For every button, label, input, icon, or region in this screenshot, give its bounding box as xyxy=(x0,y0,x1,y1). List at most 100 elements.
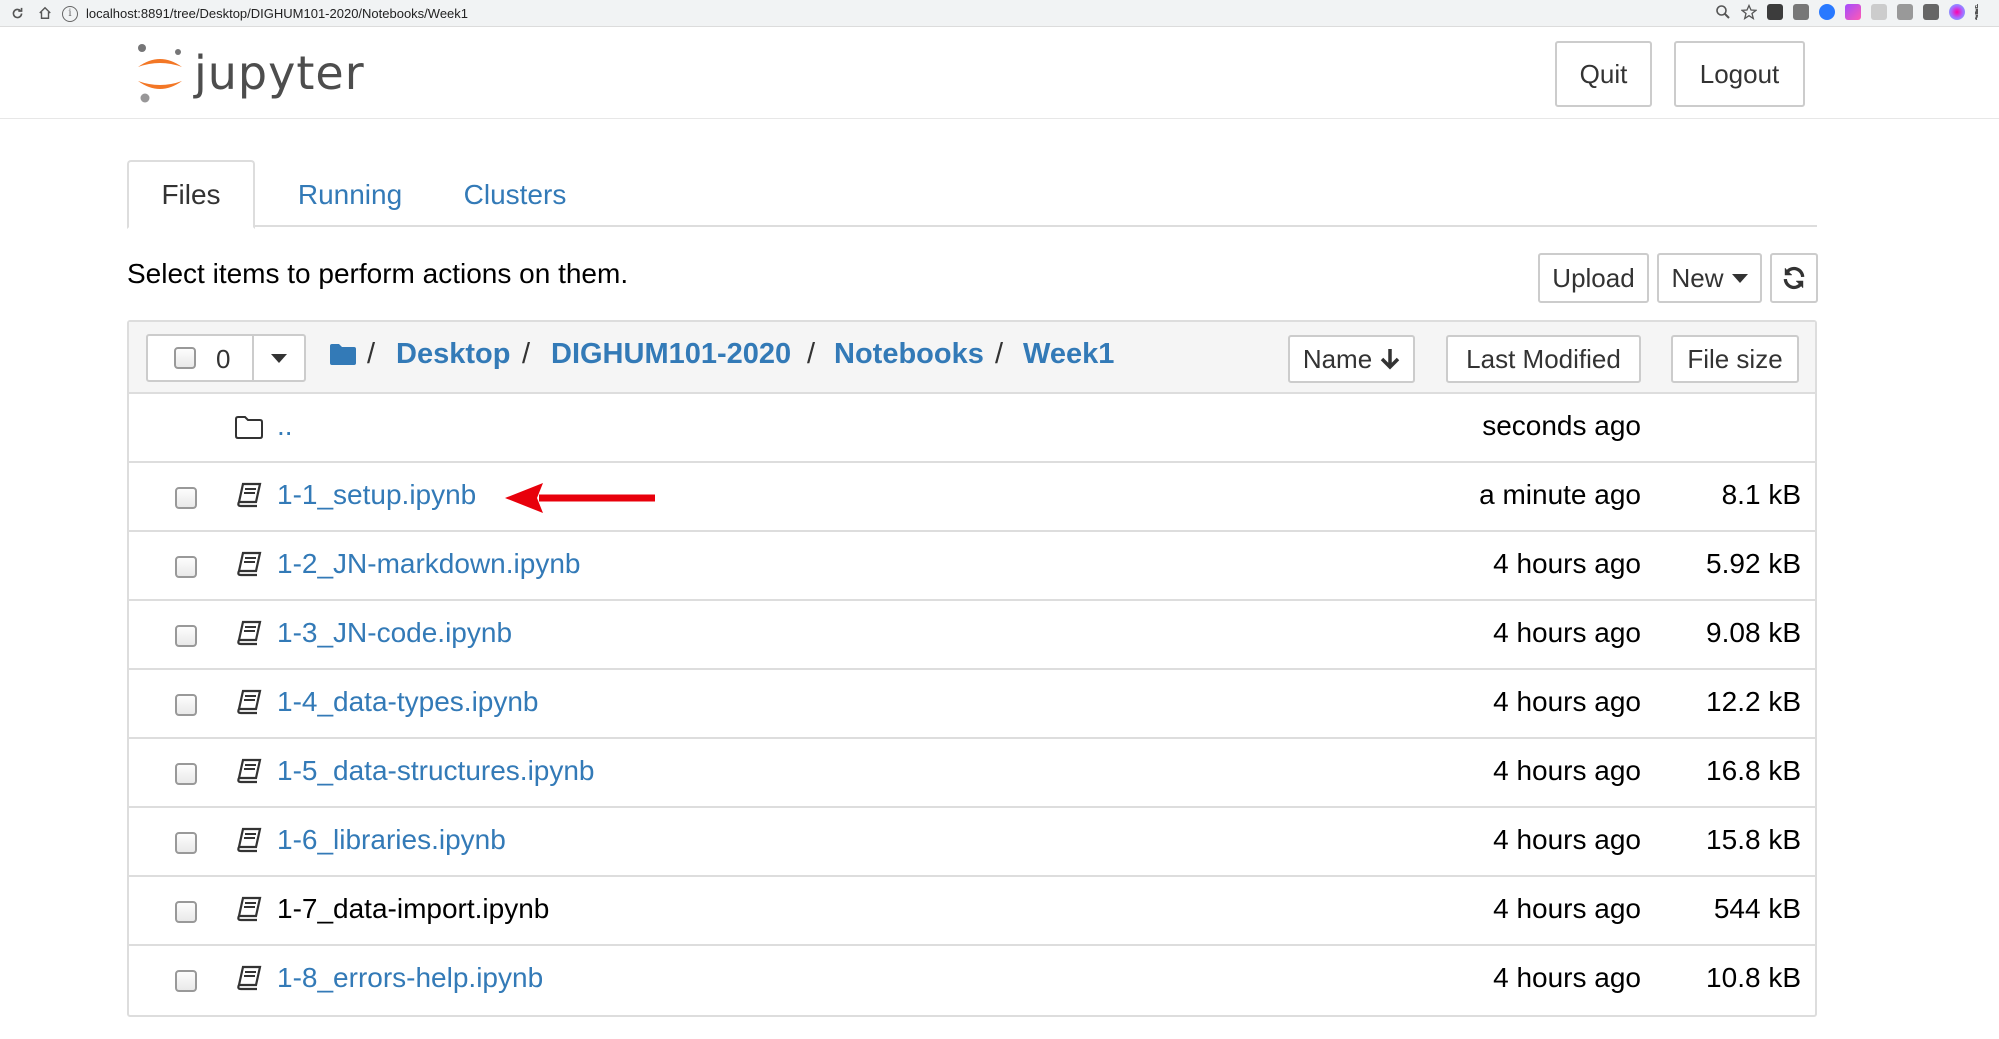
file-name-link[interactable]: 1-1_setup.ipynb xyxy=(277,479,476,511)
file-list: 0 / Desktop / DIGHUM101-2020 / Notebooks… xyxy=(127,320,1817,1017)
upload-button[interactable]: Upload xyxy=(1538,253,1649,303)
breadcrumb-dighum101-2020[interactable]: DIGHUM101-2020 xyxy=(551,338,791,371)
notebook-icon xyxy=(237,551,262,577)
extension-gray-icon[interactable] xyxy=(1793,4,1809,20)
folder-home-icon[interactable] xyxy=(329,342,357,366)
notebook-icon xyxy=(237,758,262,784)
table-row[interactable]: 1-6_libraries.ipynb 4 hours ago 15.8 kB xyxy=(129,808,1815,877)
reload-icon[interactable] xyxy=(6,2,28,24)
extension-list-icon[interactable] xyxy=(1897,4,1913,20)
refresh-icon xyxy=(1783,266,1805,290)
file-size: 8.1 kB xyxy=(1721,479,1801,510)
chevron-down-icon xyxy=(1731,273,1748,283)
table-row[interactable]: 1-5_data-structures.ipynb 4 hours ago 16… xyxy=(129,739,1815,808)
modified-time: 4 hours ago xyxy=(1493,962,1641,993)
row-checkbox[interactable] xyxy=(175,556,197,578)
extension-icons xyxy=(1715,4,1979,20)
select-options-dropdown[interactable] xyxy=(252,334,306,382)
bookmark-star-icon[interactable] xyxy=(1741,4,1757,20)
modified-time: 4 hours ago xyxy=(1493,548,1641,579)
modified-time: 4 hours ago xyxy=(1493,824,1641,855)
notebook-icon xyxy=(237,689,262,715)
tab-clusters[interactable]: Clusters xyxy=(445,160,585,229)
browser-toolbar: i localhost:8891/tree/Desktop/DIGHUM101-… xyxy=(0,0,1999,27)
modified-time: 4 hours ago xyxy=(1493,686,1641,717)
address-bar[interactable]: i localhost:8891/tree/Desktop/DIGHUM101-… xyxy=(62,3,1742,24)
red-arrow-annotation xyxy=(505,483,655,513)
row-checkbox[interactable] xyxy=(175,763,197,785)
modified-time: 4 hours ago xyxy=(1493,617,1641,648)
arrow-down-icon xyxy=(1380,349,1400,370)
new-dropdown-button[interactable]: New xyxy=(1657,253,1762,303)
modified-time: a minute ago xyxy=(1479,479,1641,510)
logout-button[interactable]: Logout xyxy=(1674,41,1805,107)
breadcrumb-notebooks[interactable]: Notebooks xyxy=(834,338,984,371)
file-name-link[interactable]: 1-2_JN-markdown.ipynb xyxy=(277,548,580,580)
breadcrumb-separator: / xyxy=(995,338,1004,370)
parent-directory-link[interactable]: .. xyxy=(277,410,293,442)
new-label: New xyxy=(1671,262,1724,293)
row-checkbox[interactable] xyxy=(175,625,197,647)
tab-running[interactable]: Running xyxy=(275,160,425,229)
file-name-link[interactable]: 1-3_JN-code.ipynb xyxy=(277,617,512,649)
modified-time: 4 hours ago xyxy=(1493,755,1641,786)
home-icon[interactable] xyxy=(34,2,56,24)
extension-blue-icon[interactable] xyxy=(1819,4,1835,20)
sort-name-label: Name xyxy=(1302,343,1373,374)
extension-dark-icon[interactable] xyxy=(1767,4,1783,20)
breadcrumb-separator: / xyxy=(807,338,816,370)
logo-text: jupyter xyxy=(194,46,365,100)
select-all-checkbox[interactable] xyxy=(174,347,196,369)
row-checkbox[interactable] xyxy=(175,487,197,509)
notebook-icon xyxy=(237,482,262,508)
table-row[interactable]: 1-7_data-import.ipynb 4 hours ago 544 kB xyxy=(129,877,1815,946)
extension-doc-icon[interactable] xyxy=(1871,4,1887,20)
table-row[interactable]: 1-8_errors-help.ipynb 4 hours ago 10.8 k… xyxy=(129,946,1815,1015)
modified-time: seconds ago xyxy=(1482,410,1641,441)
tab-files[interactable]: Files xyxy=(127,160,255,229)
file-name-link[interactable]: 1-8_errors-help.ipynb xyxy=(277,962,543,994)
file-name-link[interactable]: 1-4_data-types.ipynb xyxy=(277,686,539,718)
browser-menu-icon[interactable] xyxy=(1975,4,1979,20)
file-size: 16.8 kB xyxy=(1706,755,1801,786)
notebook-icon xyxy=(237,896,262,922)
file-size: 12.2 kB xyxy=(1706,686,1801,717)
zoom-icon[interactable] xyxy=(1715,4,1731,20)
profile-avatar[interactable] xyxy=(1949,4,1965,20)
notebook-icon xyxy=(237,827,262,853)
sort-by-name-button[interactable]: Name xyxy=(1288,335,1415,383)
table-row[interactable]: 1-2_JN-markdown.ipynb 4 hours ago 5.92 k… xyxy=(129,532,1815,601)
table-row[interactable]: 1-4_data-types.ipynb 4 hours ago 12.2 kB xyxy=(129,670,1815,739)
url-text: localhost:8891/tree/Desktop/DIGHUM101-20… xyxy=(86,6,469,21)
table-row[interactable]: 1-1_setup.ipynb a minute ago 8.1 kB xyxy=(129,463,1815,532)
file-size: 15.8 kB xyxy=(1706,824,1801,855)
breadcrumb-desktop[interactable]: Desktop xyxy=(396,338,510,371)
notebook-icon xyxy=(237,965,262,991)
file-size: 5.92 kB xyxy=(1706,548,1801,579)
site-info-icon[interactable]: i xyxy=(62,5,78,22)
file-name-link[interactable]: 1-7_data-import.ipynb xyxy=(277,893,549,925)
file-size: 544 kB xyxy=(1713,893,1801,924)
row-checkbox[interactable] xyxy=(175,694,197,716)
breadcrumb-week1[interactable]: Week1 xyxy=(1023,338,1114,371)
sort-by-modified-button[interactable]: Last Modified xyxy=(1446,335,1641,383)
refresh-button[interactable] xyxy=(1770,253,1818,303)
file-list-header: 0 / Desktop / DIGHUM101-2020 / Notebooks… xyxy=(129,322,1815,394)
row-checkbox[interactable] xyxy=(175,832,197,854)
jupyter-logo[interactable]: jupyter xyxy=(134,41,365,105)
list-item-parent-directory[interactable]: .. seconds ago xyxy=(129,394,1815,463)
jupyter-logo-icon xyxy=(138,44,182,103)
file-name-link[interactable]: 1-5_data-structures.ipynb xyxy=(277,755,595,787)
sort-by-size-button[interactable]: File size xyxy=(1671,335,1799,383)
select-all-control[interactable]: 0 xyxy=(146,334,254,382)
quit-button[interactable]: Quit xyxy=(1555,41,1652,107)
file-name-link[interactable]: 1-6_libraries.ipynb xyxy=(277,824,506,856)
row-checkbox[interactable] xyxy=(175,901,197,923)
tab-bar: Files Running Clusters xyxy=(127,160,1817,229)
selected-count: 0 xyxy=(216,344,231,374)
extension-pen-icon[interactable] xyxy=(1845,4,1861,20)
modified-time: 4 hours ago xyxy=(1493,893,1641,924)
extension-queue-icon[interactable] xyxy=(1923,4,1939,20)
row-checkbox[interactable] xyxy=(175,970,197,992)
table-row[interactable]: 1-3_JN-code.ipynb 4 hours ago 9.08 kB xyxy=(129,601,1815,670)
